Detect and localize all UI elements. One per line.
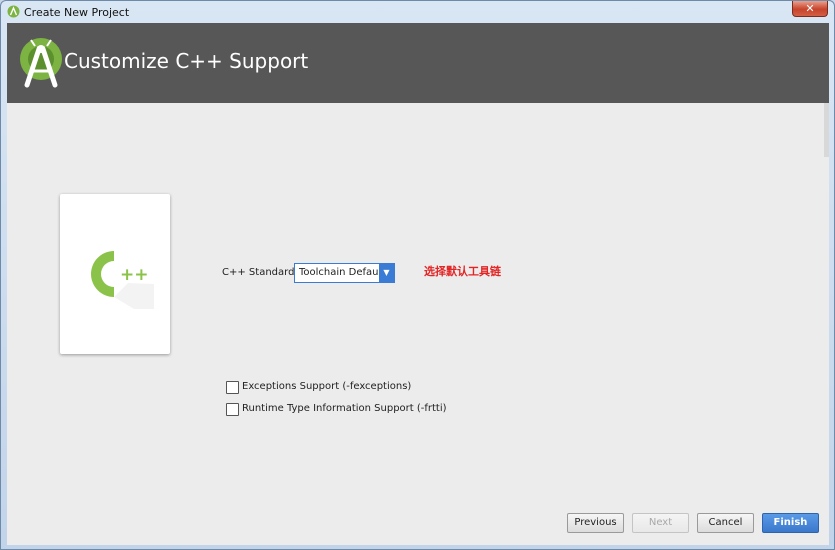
android-studio-icon [7,5,20,18]
wizard-header: Customize C++ Support [7,23,829,103]
cpp-standard-label: C++ Standard [222,267,295,278]
page-title: Customize C++ Support [64,49,309,73]
previous-button[interactable]: Previous [567,513,624,533]
dialog-window: Create New Project ✕ Customize C++ Suppo… [0,0,835,550]
exceptions-support-label: Exceptions Support (-fexceptions) [242,381,412,392]
close-icon: ✕ [805,2,815,15]
scrollbar[interactable] [824,103,829,157]
android-studio-icon [20,38,62,88]
cpp-standard-dropdown[interactable]: Toolchain Default ▼ [294,263,395,283]
next-button[interactable]: Next [632,513,689,533]
cancel-button[interactable]: Cancel [697,513,754,533]
red-annotation: 选择默认工具链 [424,265,501,278]
rtti-support-label: Runtime Type Information Support (-frtti… [242,403,447,414]
cpp-standard-value: Toolchain Default [299,267,386,278]
chevron-down-icon[interactable]: ▼ [379,264,394,282]
finish-button[interactable]: Finish [762,513,819,533]
exceptions-support-checkbox[interactable] [226,381,239,394]
cpp-logo-icon: ++ [91,251,154,309]
dialog-content: Customize C++ Support ++ C++ Standard To… [7,23,829,545]
rtti-support-checkbox[interactable] [226,403,239,416]
close-button[interactable]: ✕ [792,1,828,17]
svg-text:++: ++ [120,265,149,285]
title-bar[interactable]: Create New Project ✕ [1,1,834,23]
window-title: Create New Project [24,6,130,19]
cpp-preview-card: ++ [60,194,170,354]
